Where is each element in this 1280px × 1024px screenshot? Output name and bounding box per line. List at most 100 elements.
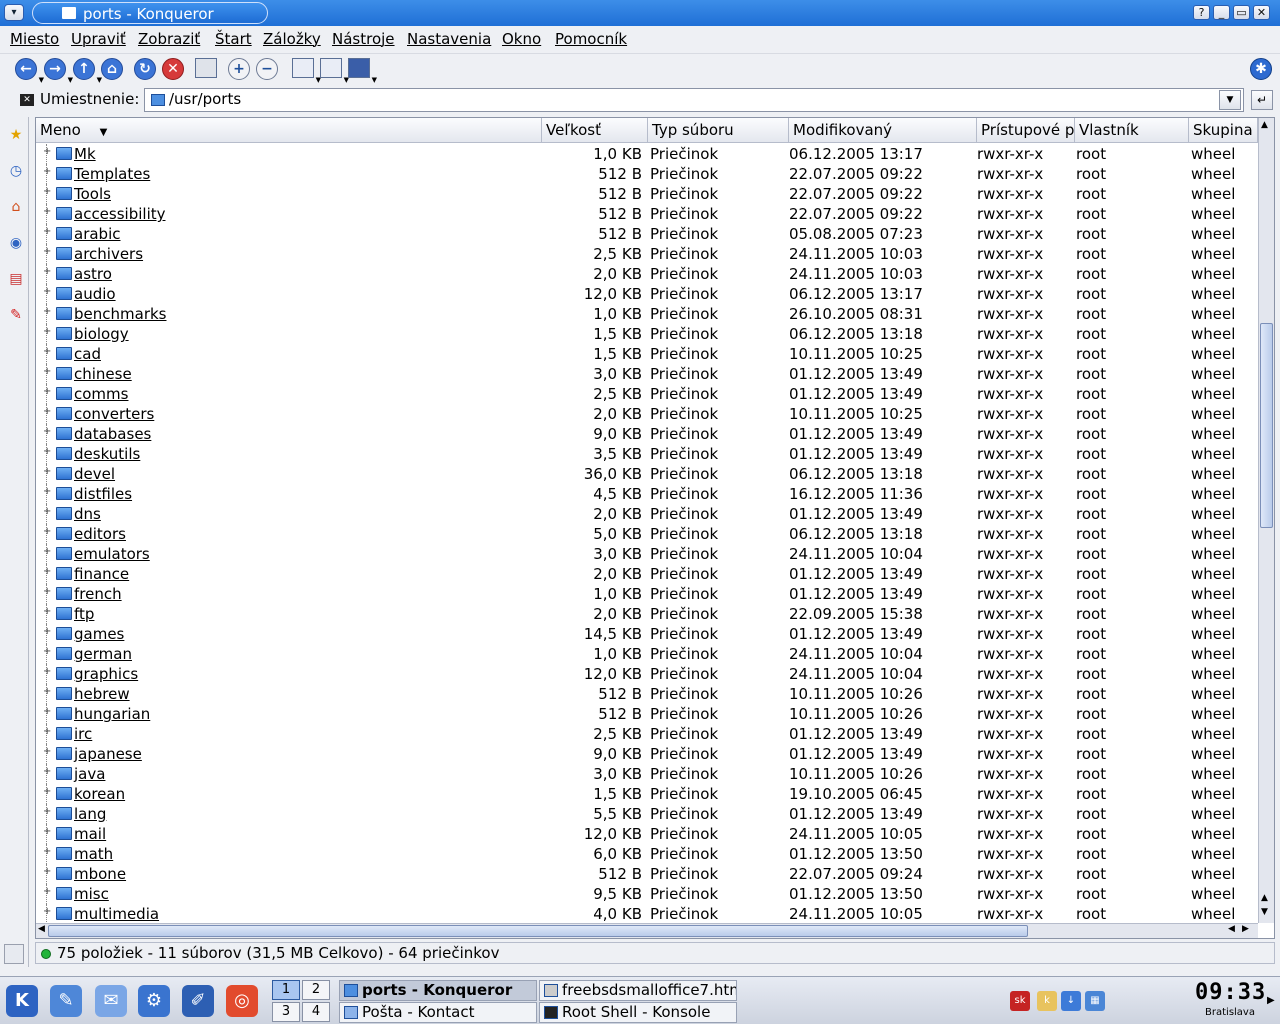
location-input[interactable]: /usr/ports [144,88,1244,112]
clear-location-icon[interactable]: ✕ [20,94,34,106]
file-name[interactable]: astro [74,264,112,284]
close-button[interactable]: ✕ [1253,5,1270,20]
table-row[interactable]: distfiles 4,5 KB Priečinok 16.12.2005 11:36… [36,484,1258,504]
table-row[interactable]: biology 1,5 KB Priečinok 06.12.2005 13:18 rw… [36,324,1258,344]
scroll-left-arrow-right[interactable]: ◀ [1228,924,1235,934]
scroll-up-arrow[interactable]: ▲ [1261,120,1268,130]
download-arrow-icon[interactable]: ↓ [1061,991,1081,1011]
table-row[interactable]: cad 1,5 KB Priečinok 10.11.2005 10:25 rwxr-x… [36,344,1258,364]
file-name[interactable]: japanese [74,744,142,764]
table-row[interactable]: devel 36,0 KB Priečinok 06.12.2005 13:18 rwx… [36,464,1258,484]
table-row[interactable]: Mk 1,0 KB Priečinok 06.12.2005 13:17 rwxr-xr… [36,144,1258,164]
klipper-icon[interactable]: k [1037,991,1057,1011]
table-row[interactable]: benchmarks 1,0 KB Priečinok 26.10.2005 08:3… [36,304,1258,324]
menu-zalozky[interactable]: Záložky [263,30,321,48]
konqueror-icon[interactable]: ⚙ [138,985,170,1017]
table-row[interactable]: japanese 9,0 KB Priečinok 01.12.2005 13:49 r… [36,744,1258,764]
file-name[interactable]: mbone [74,864,126,884]
bookmarks-star-icon[interactable]: ★ [5,123,27,147]
file-name[interactable]: Tools [74,184,111,204]
table-row[interactable]: java 3,0 KB Priečinok 10.11.2005 10:26 rwxr-… [36,764,1258,784]
scroll-right-arrow[interactable]: ▶ [1242,924,1249,934]
table-row[interactable]: comms 2,5 KB Priečinok 01.12.2005 13:49 rwxr… [36,384,1258,404]
network-icon[interactable]: ◉ [5,231,27,255]
zoom-in-button[interactable]: + [228,58,252,82]
file-name[interactable]: deskutils [74,444,140,464]
column-name[interactable]: Meno ▼ [36,118,542,142]
menu-nastroje[interactable]: Nástroje [332,30,395,48]
column-group[interactable]: Skupina [1189,118,1258,142]
file-name[interactable]: misc [74,884,109,904]
column-type[interactable]: Typ súboru [648,118,789,142]
task-kontact[interactable]: Pošta - Kontact [339,1002,537,1023]
kmail-icon[interactable]: ✉ [95,985,127,1017]
menu-okno[interactable]: Okno [502,30,541,48]
file-name[interactable]: french [74,584,122,604]
menu-pomocnik[interactable]: Pomocník [555,30,627,48]
forward-button[interactable]: → ▼ [44,58,73,84]
table-row[interactable]: misc 9,5 KB Priečinok 01.12.2005 13:50 rwxr-… [36,884,1258,904]
file-name[interactable]: databases [74,424,151,444]
file-name[interactable]: editors [74,524,126,544]
file-name[interactable]: multimedia [74,904,159,924]
table-row[interactable]: hungarian 512 B Priečinok 10.11.2005 10:26 r… [36,704,1258,724]
table-row[interactable]: ftp 2,0 KB Priečinok 22.09.2005 15:38 rwxr-x… [36,604,1258,624]
table-row[interactable]: astro 2,0 KB Priečinok 24.11.2005 10:03 rwxr… [36,264,1258,284]
k-menu-icon[interactable]: K [6,985,38,1017]
menu-zobrazit[interactable]: Zobraziť [138,30,200,48]
file-name[interactable]: converters [74,404,154,424]
task-freebsd-html[interactable]: freebsdsmalloffice7.html [539,980,737,1001]
reload-button[interactable]: ↻ [134,58,158,82]
horizontal-scrollbar[interactable]: ◀ ◀ ▶ [36,923,1258,938]
desktop-3[interactable]: 3 [272,1002,300,1022]
table-row[interactable]: mail 12,0 KB Priečinok 24.11.2005 10:05 rwxr… [36,824,1258,844]
file-name[interactable]: distfiles [74,484,132,504]
table-row[interactable]: irc 2,5 KB Priečinok 01.12.2005 13:49 rwxr-x… [36,724,1258,744]
help-icon[interactable]: ? [1193,5,1210,20]
file-name[interactable]: comms [74,384,128,404]
home-button[interactable]: ⌂ [101,58,125,82]
location-history-dropdown[interactable]: ▼ [1219,90,1241,110]
file-name[interactable]: graphics [74,664,138,684]
file-name[interactable]: german [74,644,132,664]
desktop-4[interactable]: 4 [302,1002,330,1022]
file-name[interactable]: archivers [74,244,143,264]
vertical-scroll-thumb[interactable] [1260,323,1273,528]
file-name[interactable]: mail [74,824,106,844]
file-name[interactable]: accessibility [74,204,166,224]
table-row[interactable]: converters 2,0 KB Priečinok 10.11.2005 10:2… [36,404,1258,424]
horizontal-scroll-thumb[interactable] [48,925,1028,937]
help-lifebuoy-icon[interactable]: ◎ [226,985,258,1017]
table-row[interactable]: german 1,0 KB Priečinok 24.11.2005 10:04 rwx… [36,644,1258,664]
column-modified[interactable]: Modifikovaný [789,118,977,142]
table-row[interactable]: editors 5,0 KB Priečinok 06.12.2005 13:18 rw… [36,524,1258,544]
file-name[interactable]: audio [74,284,116,304]
file-name[interactable]: hungarian [74,704,150,724]
file-name[interactable]: dns [74,504,101,524]
table-row[interactable]: math 6,0 KB Priečinok 01.12.2005 13:50 rwxr-… [36,844,1258,864]
file-name[interactable]: biology [74,324,129,344]
table-row[interactable]: french 1,0 KB Priečinok 01.12.2005 13:49 rwx… [36,584,1258,604]
home-folder-icon[interactable]: ⌂ [5,195,27,219]
table-row[interactable]: Templates 512 B Priečinok 22.07.2005 09:22 r… [36,164,1258,184]
task-konsole[interactable]: Root Shell - Konsole [539,1002,737,1023]
panel-toggle[interactable] [4,944,24,964]
table-row[interactable]: arabic 512 B Priečinok 05.08.2005 07:23 rwxr… [36,224,1258,244]
file-name[interactable]: chinese [74,364,132,384]
table-row[interactable]: games 14,5 KB Priečinok 01.12.2005 13:49 rwx… [36,624,1258,644]
table-row[interactable]: accessibility 512 B Priečinok 22.07.2005 09… [36,204,1258,224]
file-name[interactable]: java [74,764,105,784]
preview-button[interactable]: ▼ [348,58,377,84]
desktop-1[interactable]: 1 [272,980,300,1000]
table-row[interactable]: hebrew 512 B Priečinok 10.11.2005 10:26 rwxr… [36,684,1258,704]
table-row[interactable]: emulators 3,0 KB Priečinok 24.11.2005 10:04… [36,544,1258,564]
file-name[interactable]: games [74,624,124,644]
menu-miesto[interactable]: Miesto [10,30,59,48]
file-name[interactable]: finance [74,564,129,584]
konqueror-gear-icon[interactable]: ✱ [1250,58,1274,82]
column-permissions[interactable]: Prístupové pr [977,118,1075,142]
table-row[interactable]: chinese 3,0 KB Priečinok 01.12.2005 13:49 rw… [36,364,1258,384]
kwrite-icon[interactable]: ✐ [182,985,214,1017]
vertical-scrollbar[interactable]: ▲ ▲ ▼ [1258,118,1274,923]
minimize-button[interactable]: _ [1213,5,1230,20]
